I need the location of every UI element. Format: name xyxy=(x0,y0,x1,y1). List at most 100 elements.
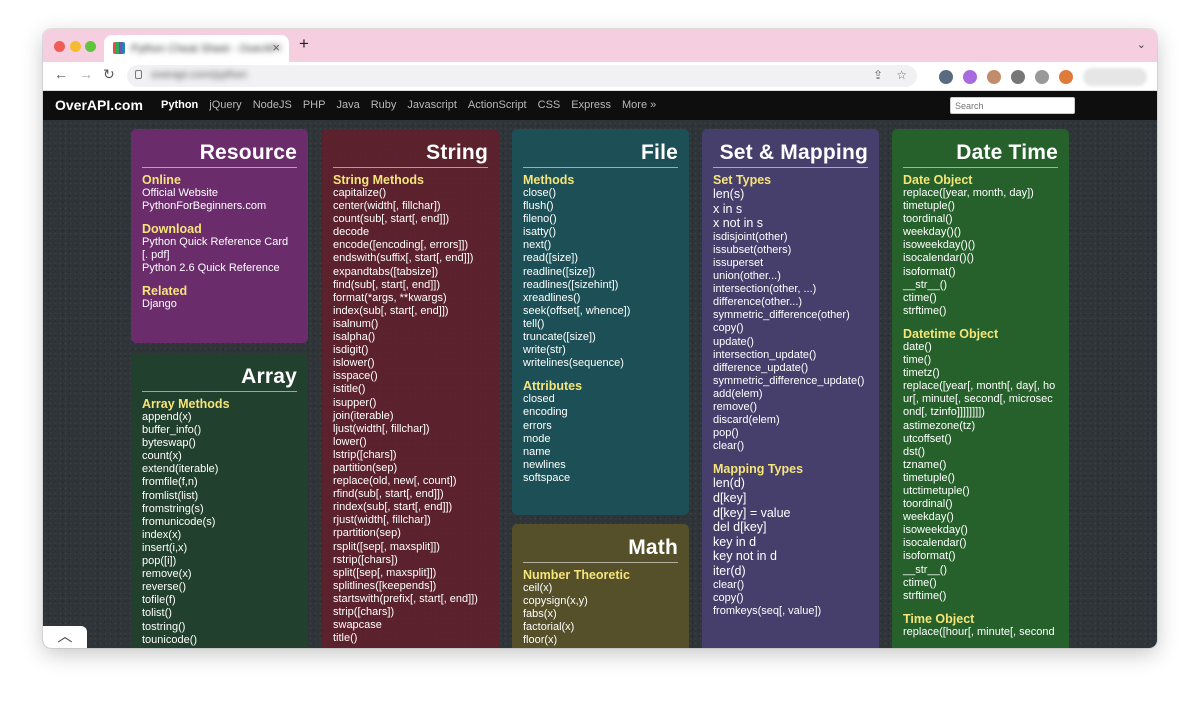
list-item[interactable]: partition(sep) xyxy=(333,462,488,475)
search-input[interactable] xyxy=(950,97,1075,114)
nav-css[interactable]: CSS xyxy=(538,99,561,111)
list-item[interactable]: seek(offset[, whence]) xyxy=(523,305,678,318)
site-logo[interactable]: OverAPI.com xyxy=(55,97,143,113)
nav-more[interactable]: More » xyxy=(622,99,656,111)
extension-icon[interactable] xyxy=(987,70,1001,84)
list-item[interactable]: intersection_update() xyxy=(713,349,868,362)
list-item[interactable]: buffer_info() xyxy=(142,424,297,437)
list-item[interactable]: d[key] xyxy=(713,491,868,506)
list-item[interactable]: symmetric_difference(other) xyxy=(713,309,868,322)
list-item[interactable]: format(*args, **kwargs) xyxy=(333,292,488,305)
scroll-to-top-button[interactable]: ︿ xyxy=(43,626,87,648)
list-item[interactable]: readline([size]) xyxy=(523,266,678,279)
list-item[interactable]: dst() xyxy=(903,446,1058,459)
list-item[interactable]: fromunicode(s) xyxy=(142,516,297,529)
share-icon[interactable]: ⇪ xyxy=(873,68,883,82)
list-item[interactable]: clear() xyxy=(713,440,868,453)
list-item[interactable]: remove() xyxy=(713,401,868,414)
list-item[interactable]: tostring() xyxy=(142,621,297,634)
list-item[interactable]: Official Website xyxy=(142,187,297,200)
list-item[interactable]: name xyxy=(523,446,678,459)
list-item[interactable]: isspace() xyxy=(333,370,488,383)
list-item[interactable]: difference(other...) xyxy=(713,296,868,309)
list-item[interactable]: softspace xyxy=(523,472,678,485)
list-item[interactable]: isdisjoint(other) xyxy=(713,231,868,244)
list-item[interactable]: fromlist(list) xyxy=(142,490,297,503)
list-item[interactable]: tofile(f) xyxy=(142,594,297,607)
list-item[interactable]: join(iterable) xyxy=(333,410,488,423)
list-item[interactable]: xreadlines() xyxy=(523,292,678,305)
list-item[interactable]: mode xyxy=(523,433,678,446)
list-item[interactable]: tzname() xyxy=(903,459,1058,472)
list-item[interactable]: issuperset xyxy=(713,257,868,270)
list-item[interactable]: fabs(x) xyxy=(523,608,678,621)
list-item[interactable]: insert(i,x) xyxy=(142,542,297,555)
list-item[interactable]: ctime() xyxy=(903,292,1058,305)
list-item[interactable]: fromkeys(seq[, value]) xyxy=(713,605,868,618)
list-item[interactable]: rstrip([chars]) xyxy=(333,554,488,567)
list-item[interactable]: factorial(x) xyxy=(523,621,678,634)
list-item[interactable]: errors xyxy=(523,420,678,433)
list-item[interactable]: rfind(sub[, start[, end]]) xyxy=(333,488,488,501)
nav-java[interactable]: Java xyxy=(336,99,359,111)
list-item[interactable]: extend(iterable) xyxy=(142,463,297,476)
maximize-window-button[interactable] xyxy=(85,41,96,52)
new-tab-button[interactable]: + xyxy=(299,34,309,54)
list-item[interactable]: truncate([size]) xyxy=(523,331,678,344)
list-item[interactable]: replace(old, new[, count]) xyxy=(333,475,488,488)
list-item[interactable]: len(d) xyxy=(713,476,868,491)
list-item[interactable]: isalpha() xyxy=(333,331,488,344)
list-item[interactable]: endswith(suffix[, start[, end]]) xyxy=(333,252,488,265)
list-item[interactable]: isoweekday() xyxy=(903,524,1058,537)
list-item[interactable]: istitle() xyxy=(333,383,488,396)
list-item[interactable]: replace([hour[, minute[, second xyxy=(903,626,1058,639)
list-item[interactable]: utctimetuple() xyxy=(903,485,1058,498)
tab-search-chevron-icon[interactable]: ⌄ xyxy=(1137,38,1146,51)
list-item[interactable]: index(sub[, start[, end]]) xyxy=(333,305,488,318)
list-item[interactable]: key in d xyxy=(713,535,868,550)
list-item[interactable]: len(s) xyxy=(713,187,868,202)
tab-close-icon[interactable]: × xyxy=(272,40,280,55)
list-item[interactable]: add(elem) xyxy=(713,388,868,401)
list-item[interactable]: tounicode() xyxy=(142,634,297,647)
list-item[interactable]: rjust(width[, fillchar]) xyxy=(333,514,488,527)
list-item[interactable]: isupper() xyxy=(333,397,488,410)
list-item[interactable]: clear() xyxy=(713,579,868,592)
list-item[interactable]: tell() xyxy=(523,318,678,331)
list-item[interactable]: date() xyxy=(903,341,1058,354)
list-item[interactable]: writelines(sequence) xyxy=(523,357,678,370)
list-item[interactable]: closed xyxy=(523,393,678,406)
list-item[interactable]: PythonForBeginners.com xyxy=(142,200,297,213)
list-item[interactable]: __str__() xyxy=(903,564,1058,577)
list-item[interactable]: timetuple() xyxy=(903,472,1058,485)
list-item[interactable]: expandtabs([tabsize]) xyxy=(333,266,488,279)
nav-ruby[interactable]: Ruby xyxy=(371,99,397,111)
list-item[interactable]: decode xyxy=(333,226,488,239)
list-item[interactable]: encode([encoding[, errors]]) xyxy=(333,239,488,252)
browser-tab[interactable]: Python Cheat Sheet - OverAPI × xyxy=(104,35,289,62)
list-item[interactable]: Python Quick Reference Card [. pdf] xyxy=(142,236,297,262)
list-item[interactable]: iter(d) xyxy=(713,564,868,579)
list-item[interactable]: index(x) xyxy=(142,529,297,542)
list-item[interactable]: toordinal() xyxy=(903,498,1058,511)
list-item[interactable]: count(sub[, start[, end]]) xyxy=(333,213,488,226)
list-item[interactable]: tolist() xyxy=(142,607,297,620)
list-item[interactable]: ceil(x) xyxy=(523,582,678,595)
list-item[interactable]: newlines xyxy=(523,459,678,472)
list-item[interactable]: rpartition(sep) xyxy=(333,527,488,540)
list-item[interactable]: islower() xyxy=(333,357,488,370)
close-window-button[interactable] xyxy=(54,41,65,52)
list-item[interactable]: isatty() xyxy=(523,226,678,239)
nav-javascript[interactable]: Javascript xyxy=(407,99,457,111)
extensions-puzzle-icon[interactable] xyxy=(1035,70,1049,84)
back-arrow-icon[interactable]: ← xyxy=(54,66,68,82)
list-item[interactable]: splitlines([keepends]) xyxy=(333,580,488,593)
list-item[interactable]: isocalendar() xyxy=(903,537,1058,550)
list-item[interactable]: d[key] = value xyxy=(713,506,868,521)
list-item[interactable]: difference_update() xyxy=(713,362,868,375)
list-item[interactable]: fromstring(s) xyxy=(142,503,297,516)
nav-actionscript[interactable]: ActionScript xyxy=(468,99,527,111)
list-item[interactable]: key not in d xyxy=(713,549,868,564)
list-item[interactable]: intersection(other, ...) xyxy=(713,283,868,296)
list-item[interactable]: fromfile(f,n) xyxy=(142,476,297,489)
